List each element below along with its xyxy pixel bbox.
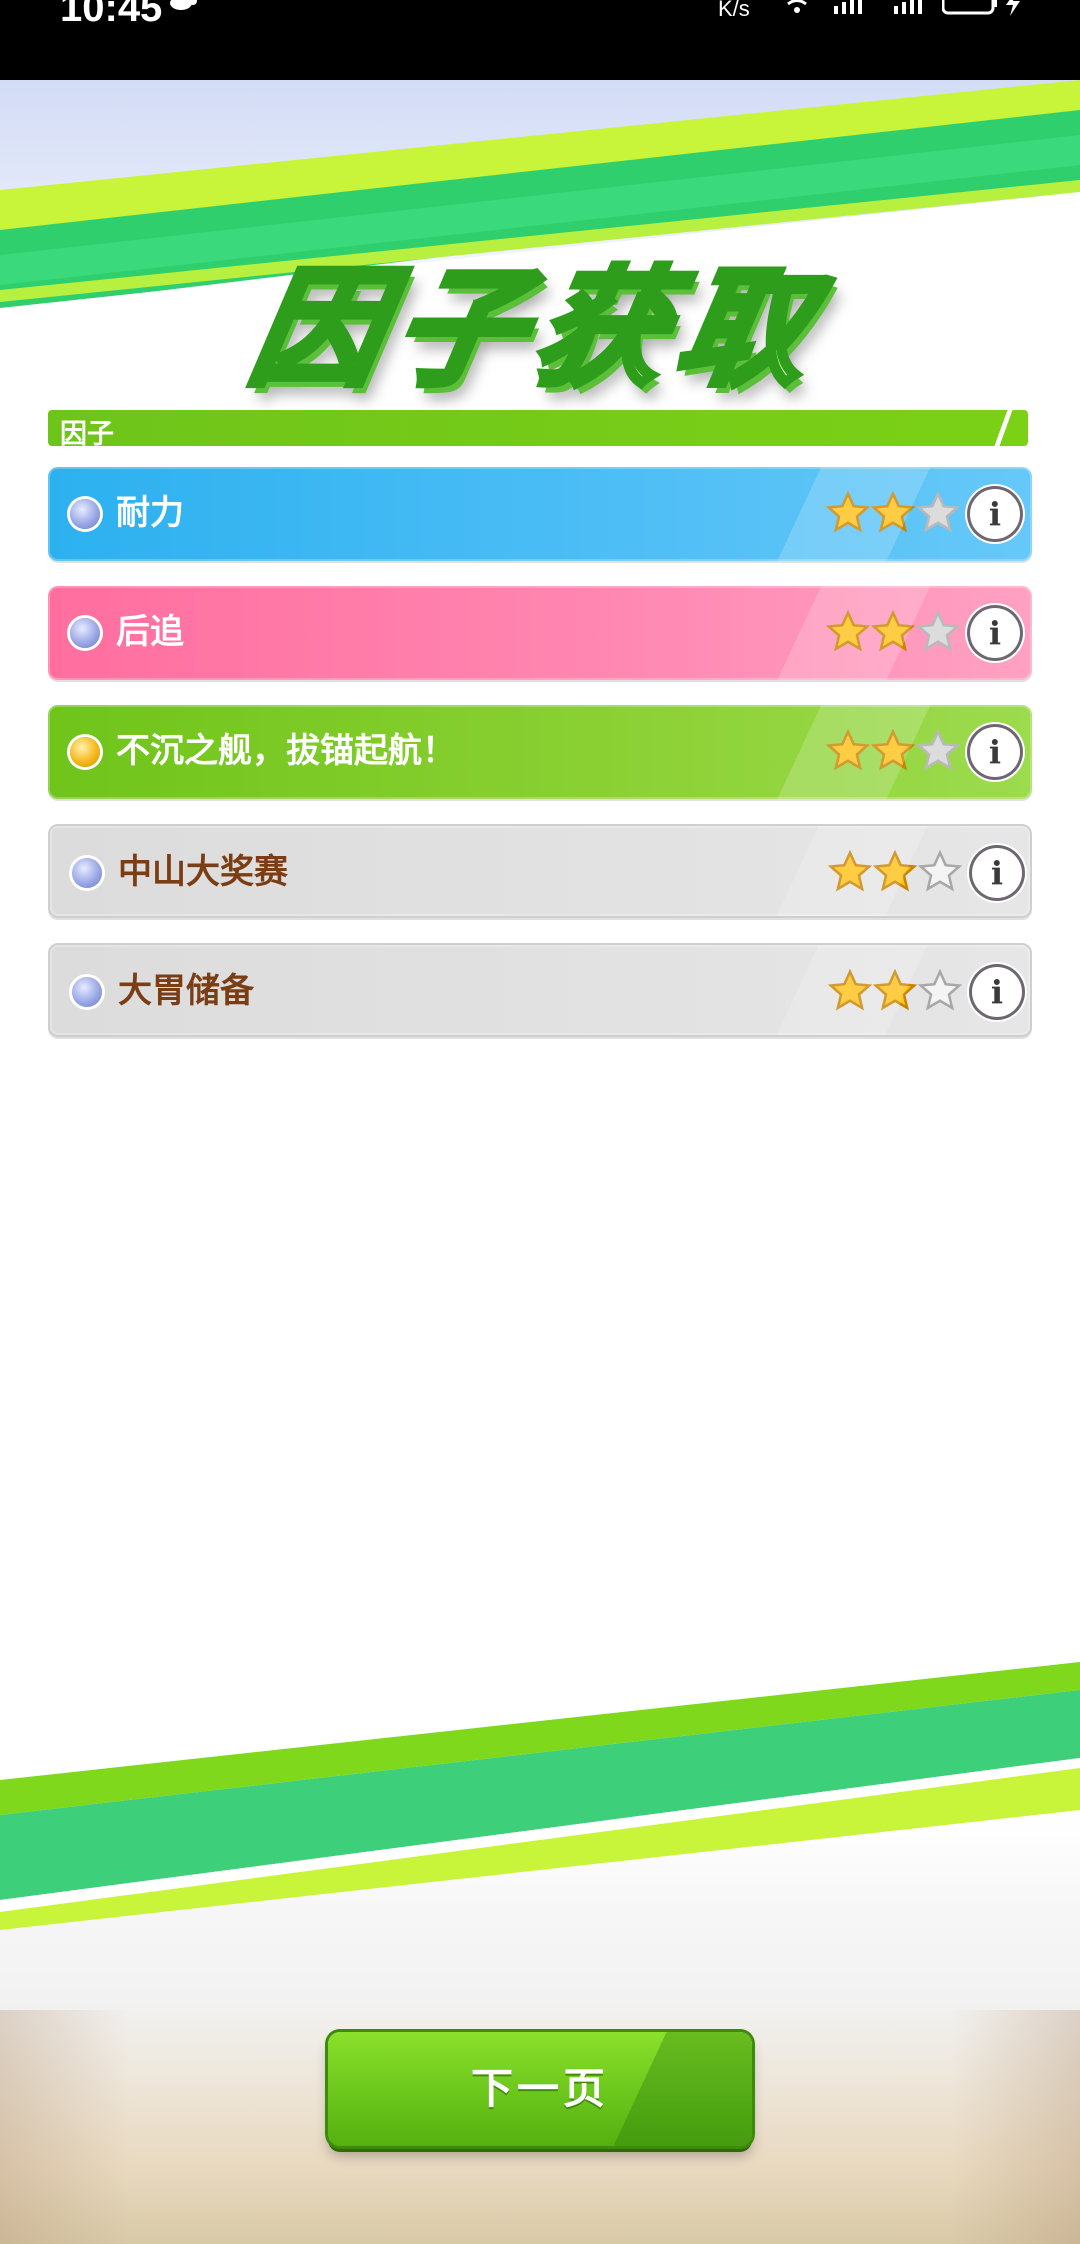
info-button[interactable]: i (970, 727, 1020, 777)
star-filled-icon (826, 729, 870, 771)
factor-row[interactable]: 不沉之舰，拔锚起航！ i (48, 705, 1032, 799)
star-empty-icon (916, 729, 960, 771)
wifi-icon (787, 0, 807, 13)
star-filled-icon (871, 491, 915, 533)
signal-icon (894, 0, 922, 14)
factor-name: 大胃储备 (118, 971, 254, 1011)
factor-orb-icon (72, 858, 102, 888)
star-filled-icon (873, 850, 917, 892)
star-filled-icon (826, 610, 870, 652)
status-bar: 10:45 K/s (0, 0, 1080, 80)
section-header: 因子 (48, 410, 1028, 450)
factor-row[interactable]: 后追 i (48, 586, 1032, 680)
battery-icon (942, 0, 997, 15)
star-empty-icon (916, 610, 960, 652)
factor-orb-icon (70, 618, 100, 648)
factor-name: 中山大奖赛 (118, 852, 288, 892)
factor-list: 耐力 i 后追 i 不沉之舰，拔锚起航！ i 中山大奖赛 i 大胃储备 i (48, 467, 1032, 1062)
factor-row[interactable]: 耐力 i (48, 467, 1032, 561)
footer-banner (0, 1640, 1080, 2244)
page-title: 因子获取 (238, 252, 838, 407)
factor-name: 后追 (116, 612, 184, 652)
next-page-label: 下一页 (470, 2064, 609, 2113)
section-title: 因子 (60, 419, 114, 450)
factor-row[interactable]: 大胃储备 i (48, 943, 1032, 1037)
network-speed: K/s (718, 0, 750, 21)
star-filled-icon (871, 610, 915, 652)
info-button[interactable]: i (970, 489, 1020, 539)
star-filled-icon (871, 729, 915, 771)
factor-name: 不沉之舰，拔锚起航！ (116, 731, 456, 771)
app-notification-icon (170, 0, 197, 10)
star-empty-icon (916, 491, 960, 533)
factor-orb-icon (72, 977, 102, 1007)
section-slash-decoration (987, 410, 1021, 446)
factor-orb-icon (70, 499, 100, 529)
info-button[interactable]: i (972, 848, 1022, 898)
star-filled-icon (828, 850, 872, 892)
factor-orb-icon (70, 737, 100, 767)
info-button[interactable]: i (972, 967, 1022, 1017)
star-filled-icon (873, 969, 917, 1011)
charging-icon (1006, 0, 1020, 16)
factor-row[interactable]: 中山大奖赛 i (48, 824, 1032, 918)
factor-name: 耐力 (116, 493, 184, 533)
star-filled-icon (828, 969, 872, 1011)
next-page-button[interactable]: 下一页 (328, 2032, 752, 2146)
status-time: 10:45 (60, 0, 163, 30)
footer-stripes (0, 1662, 1080, 1930)
signal-icon (834, 0, 862, 14)
star-filled-icon (826, 491, 870, 533)
info-button[interactable]: i (970, 608, 1020, 658)
star-empty-icon (918, 850, 962, 892)
star-empty-icon (918, 969, 962, 1011)
